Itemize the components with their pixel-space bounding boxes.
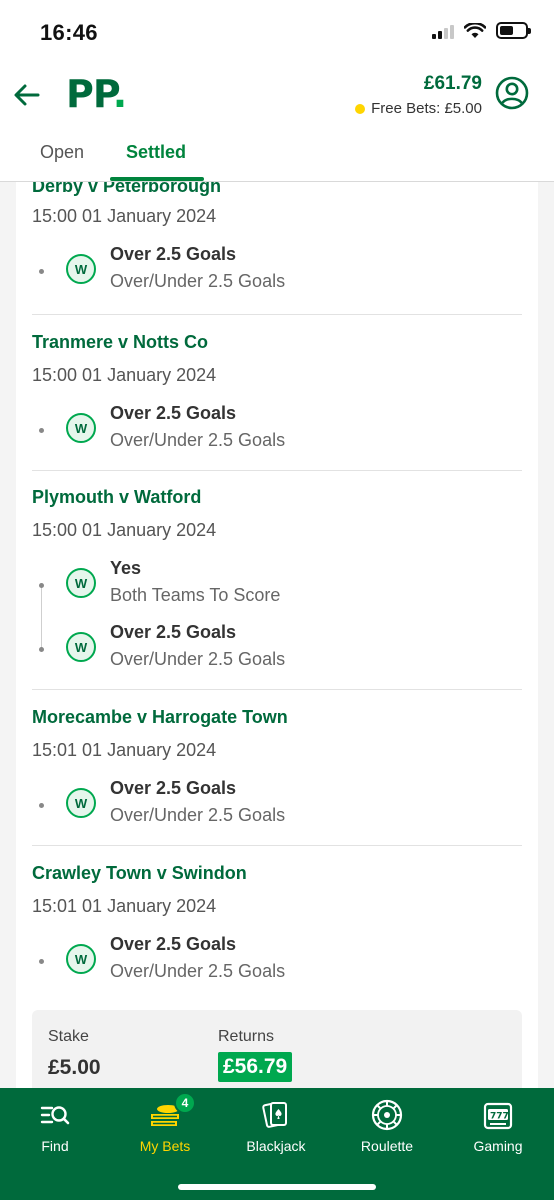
- status-bar: 16:46: [0, 0, 554, 62]
- logo-dot: .: [112, 72, 127, 116]
- cellular-signal-icon: [432, 23, 454, 39]
- nav-label: Find: [41, 1138, 69, 1154]
- selection-row: W Over 2.5 Goals Over/Under 2.5 Goals: [32, 403, 522, 459]
- roulette-wheel-icon: [371, 1099, 403, 1131]
- event-title[interactable]: Tranmere v Notts Co: [32, 332, 208, 353]
- selection-row: W Yes Both Teams To Score: [32, 558, 522, 614]
- event-item: Crawley Town v Swindon 15:01 01 January …: [32, 863, 522, 993]
- nav-label: Gaming: [473, 1138, 523, 1154]
- nav-label: Roulette: [360, 1138, 414, 1154]
- event-time: 15:01 01 January 2024: [32, 740, 217, 760]
- wifi-icon: [464, 22, 486, 38]
- bet-card: Derby v Peterborough 15:00 01 January 20…: [16, 182, 538, 1088]
- battery-icon: [496, 22, 531, 39]
- account-icon[interactable]: [495, 76, 529, 110]
- back-arrow-icon[interactable]: [12, 80, 42, 110]
- bet-tabs: Open Settled: [0, 128, 554, 182]
- account-balance[interactable]: £61.79: [424, 73, 482, 95]
- my-bets-count-badge: 4: [174, 1092, 196, 1114]
- nav-label: My Bets: [139, 1138, 191, 1154]
- event-item: Morecambe v Harrogate Town 15:01 01 Janu…: [32, 707, 522, 837]
- selection-market: Over/Under 2.5 Goals: [110, 649, 286, 669]
- returns-label: Returns: [218, 1028, 275, 1045]
- paddy-power-logo[interactable]: PP.: [66, 72, 127, 116]
- selection-market: Over/Under 2.5 Goals: [110, 271, 286, 291]
- nav-roulette[interactable]: Roulette: [332, 1098, 442, 1154]
- stake-value: £5.00: [48, 1056, 101, 1079]
- win-badge: W: [66, 413, 96, 443]
- home-indicator[interactable]: [178, 1184, 376, 1190]
- selection-row: W Over 2.5 Goals Over/Under 2.5 Goals: [32, 934, 522, 990]
- selection-name: Over 2.5 Goals: [110, 403, 237, 423]
- selection-row: W Over 2.5 Goals Over/Under 2.5 Goals: [32, 778, 522, 834]
- event-title[interactable]: Derby v Peterborough: [32, 182, 221, 197]
- win-badge: W: [66, 944, 96, 974]
- svg-text:777: 777: [490, 1112, 509, 1122]
- selection-bullet: [39, 647, 44, 652]
- selection-market: Over/Under 2.5 Goals: [110, 430, 286, 450]
- selection-market: Over/Under 2.5 Goals: [110, 805, 286, 825]
- selection-bullet: [39, 428, 44, 433]
- event-item: Plymouth v Watford 15:00 01 January 2024…: [32, 487, 522, 682]
- slot-machine-icon: 777: [483, 1102, 513, 1130]
- win-badge: W: [66, 788, 96, 818]
- status-icons: [432, 22, 531, 39]
- divider: [32, 689, 522, 690]
- selection-bullet: [39, 583, 44, 588]
- playing-cards-icon: [262, 1101, 287, 1128]
- win-badge: W: [66, 632, 96, 662]
- free-bets-label: Free Bets: £5.00: [371, 100, 482, 117]
- settled-bets-list[interactable]: Derby v Peterborough 15:00 01 January 20…: [0, 182, 554, 1088]
- tab-open[interactable]: Open: [40, 142, 84, 163]
- selection-row: W Over 2.5 Goals Over/Under 2.5 Goals: [32, 244, 522, 300]
- selection-name: Over 2.5 Goals: [110, 622, 237, 642]
- selection-row: W Over 2.5 Goals Over/Under 2.5 Goals: [32, 622, 522, 678]
- event-title[interactable]: Crawley Town v Swindon: [32, 863, 247, 884]
- nav-gaming[interactable]: 777 Gaming: [443, 1098, 553, 1154]
- event-title[interactable]: Plymouth v Watford: [32, 487, 201, 508]
- app-header: PP. £61.79 Free Bets: £5.00: [0, 62, 554, 128]
- nav-label: Blackjack: [246, 1138, 306, 1154]
- selection-bullet: [39, 803, 44, 808]
- event-time: 15:00 01 January 2024: [32, 520, 217, 540]
- event-item: Tranmere v Notts Co 15:00 01 January 202…: [32, 332, 522, 462]
- stake-label: Stake: [48, 1028, 89, 1045]
- selection-bullet: [39, 269, 44, 274]
- active-tab-indicator: [110, 177, 204, 181]
- event-title[interactable]: Morecambe v Harrogate Town: [32, 707, 288, 728]
- search-list-icon: [40, 1106, 70, 1125]
- nav-find[interactable]: Find: [0, 1098, 110, 1154]
- status-time: 16:46: [40, 20, 98, 45]
- selection-bullet: [39, 959, 44, 964]
- selection-market: Both Teams To Score: [110, 585, 281, 605]
- win-badge: W: [66, 568, 96, 598]
- event-time: 15:00 01 January 2024: [32, 365, 217, 385]
- logo-text: PP: [66, 72, 114, 116]
- bottom-navigation: Find 4 My Bets Blackjack Roulette 777 Ga…: [0, 1088, 554, 1200]
- returns-value: £56.79: [218, 1052, 293, 1082]
- event-item: Derby v Peterborough 15:00 01 January 20…: [32, 182, 522, 306]
- free-bets-dot-icon: [355, 103, 366, 114]
- nav-blackjack[interactable]: Blackjack: [221, 1098, 331, 1154]
- nav-my-bets[interactable]: 4 My Bets: [110, 1092, 220, 1154]
- bet-summary: Stake £5.00 Returns £56.79: [32, 1010, 522, 1088]
- selection-name: Yes: [110, 558, 142, 578]
- divider: [32, 845, 522, 846]
- divider: [32, 314, 522, 315]
- selection-market: Over/Under 2.5 Goals: [110, 961, 286, 981]
- divider: [32, 470, 522, 471]
- tab-settled[interactable]: Settled: [126, 142, 186, 163]
- win-badge: W: [66, 254, 96, 284]
- selection-name: Over 2.5 Goals: [110, 244, 237, 264]
- selection-name: Over 2.5 Goals: [110, 934, 237, 954]
- free-bets-indicator[interactable]: Free Bets: £5.00: [355, 100, 482, 117]
- selection-name: Over 2.5 Goals: [110, 778, 237, 798]
- event-time: 15:00 01 January 2024: [32, 206, 217, 226]
- event-time: 15:01 01 January 2024: [32, 896, 217, 916]
